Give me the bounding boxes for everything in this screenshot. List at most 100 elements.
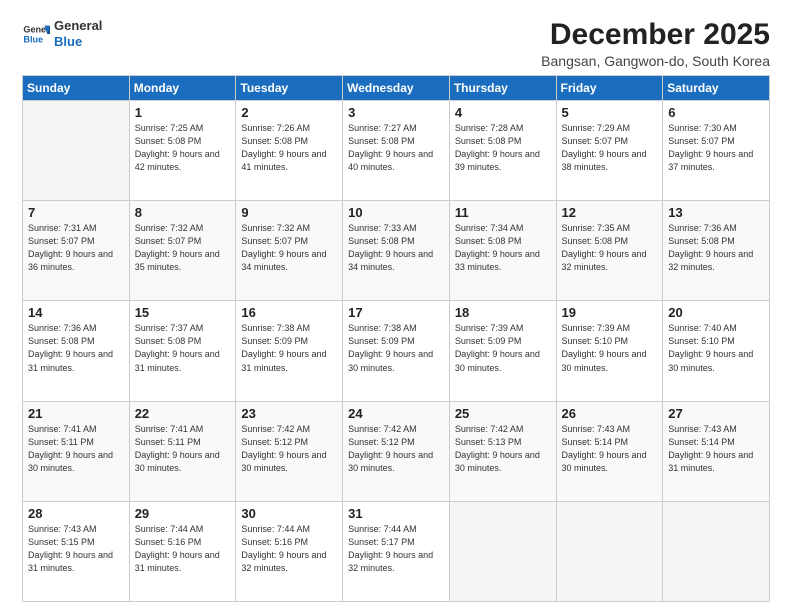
location-title: Bangsan, Gangwon-do, South Korea <box>541 53 770 69</box>
calendar-cell: 1 Sunrise: 7:25 AMSunset: 5:08 PMDaylight… <box>129 101 236 201</box>
day-info: Sunrise: 7:27 AMSunset: 5:08 PMDaylight:… <box>348 122 444 174</box>
week-row-5: 28Sunrise: 7:43 AMSunset: 5:15 PMDayligh… <box>23 501 770 601</box>
day-number: 7 <box>28 205 124 220</box>
calendar-cell: 25 Sunrise: 7:42 AMSunset: 5:13 PMDayligh… <box>449 401 556 501</box>
week-row-2: 7Sunrise: 7:31 AMSunset: 5:07 PMDaylight… <box>23 201 770 301</box>
day-number: 23 <box>241 406 337 421</box>
calendar-cell: 31 Sunrise: 7:44 AMSunset: 5:17 PMDayligh… <box>343 501 450 601</box>
calendar-cell: 20Sunrise: 7:40 AMSunset: 5:10 PMDayligh… <box>663 301 770 401</box>
day-number: 5 <box>562 105 658 120</box>
day-info: Sunrise: 7:43 AMSunset: 5:14 PMDaylight:… <box>562 423 658 475</box>
day-info: Sunrise: 7:44 AMSunset: 5:16 PMDaylight:… <box>241 523 337 575</box>
day-info: Sunrise: 7:40 AMSunset: 5:10 PMDaylight:… <box>668 322 764 374</box>
calendar-cell: 26 Sunrise: 7:43 AMSunset: 5:14 PMDayligh… <box>556 401 663 501</box>
day-number: 30 <box>241 506 337 521</box>
day-info: Sunrise: 7:30 AMSunset: 5:07 PMDaylight:… <box>668 122 764 174</box>
day-info: Sunrise: 7:29 AMSunset: 5:07 PMDaylight:… <box>562 122 658 174</box>
day-info: Sunrise: 7:26 AMSunset: 5:08 PMDaylight:… <box>241 122 337 174</box>
day-number: 8 <box>135 205 231 220</box>
calendar-cell: 16Sunrise: 7:38 AMSunset: 5:09 PMDayligh… <box>236 301 343 401</box>
day-number: 4 <box>455 105 551 120</box>
calendar-cell <box>556 501 663 601</box>
day-number: 12 <box>562 205 658 220</box>
calendar-cell: 11 Sunrise: 7:34 AMSunset: 5:08 PMDayligh… <box>449 201 556 301</box>
day-info: Sunrise: 7:38 AMSunset: 5:09 PMDaylight:… <box>241 322 337 374</box>
calendar-cell <box>449 501 556 601</box>
day-number: 29 <box>135 506 231 521</box>
day-number: 17 <box>348 305 444 320</box>
logo-icon: General Blue <box>22 20 50 48</box>
day-info: Sunrise: 7:34 AMSunset: 5:08 PMDaylight:… <box>455 222 551 274</box>
calendar-cell: 21Sunrise: 7:41 AMSunset: 5:11 PMDayligh… <box>23 401 130 501</box>
day-number: 19 <box>562 305 658 320</box>
day-number: 31 <box>348 506 444 521</box>
day-number: 9 <box>241 205 337 220</box>
calendar-cell: 9Sunrise: 7:32 AMSunset: 5:07 PMDaylight… <box>236 201 343 301</box>
logo-line2: Blue <box>54 34 102 50</box>
calendar-table: Sunday Monday Tuesday Wednesday Thursday… <box>22 75 770 602</box>
day-number: 1 <box>135 105 231 120</box>
calendar-cell: 28Sunrise: 7:43 AMSunset: 5:15 PMDayligh… <box>23 501 130 601</box>
day-info: Sunrise: 7:39 AMSunset: 5:10 PMDaylight:… <box>562 322 658 374</box>
svg-text:Blue: Blue <box>23 34 43 44</box>
calendar-cell <box>23 101 130 201</box>
day-number: 11 <box>455 205 551 220</box>
calendar-cell: 18 Sunrise: 7:39 AMSunset: 5:09 PMDayligh… <box>449 301 556 401</box>
day-info: Sunrise: 7:36 AMSunset: 5:08 PMDaylight:… <box>668 222 764 274</box>
day-number: 22 <box>135 406 231 421</box>
day-info: Sunrise: 7:42 AMSunset: 5:12 PMDaylight:… <box>348 423 444 475</box>
day-info: Sunrise: 7:43 AMSunset: 5:15 PMDaylight:… <box>28 523 124 575</box>
calendar-cell: 3 Sunrise: 7:27 AMSunset: 5:08 PMDaylight… <box>343 101 450 201</box>
day-number: 3 <box>348 105 444 120</box>
col-saturday: Saturday <box>663 76 770 101</box>
day-number: 25 <box>455 406 551 421</box>
page: General Blue General Blue December 2025 … <box>0 0 792 612</box>
calendar-cell: 22Sunrise: 7:41 AMSunset: 5:11 PMDayligh… <box>129 401 236 501</box>
calendar-cell: 4 Sunrise: 7:28 AMSunset: 5:08 PMDaylight… <box>449 101 556 201</box>
calendar-cell: 23 Sunrise: 7:42 AMSunset: 5:12 PMDayligh… <box>236 401 343 501</box>
day-info: Sunrise: 7:25 AMSunset: 5:08 PMDaylight:… <box>135 122 231 174</box>
col-monday: Monday <box>129 76 236 101</box>
calendar-cell: 13 Sunrise: 7:36 AMSunset: 5:08 PMDayligh… <box>663 201 770 301</box>
day-info: Sunrise: 7:42 AMSunset: 5:12 PMDaylight:… <box>241 423 337 475</box>
calendar-header-row: Sunday Monday Tuesday Wednesday Thursday… <box>23 76 770 101</box>
day-info: Sunrise: 7:44 AMSunset: 5:17 PMDaylight:… <box>348 523 444 575</box>
week-row-1: 1 Sunrise: 7:25 AMSunset: 5:08 PMDaylight… <box>23 101 770 201</box>
day-number: 24 <box>348 406 444 421</box>
col-sunday: Sunday <box>23 76 130 101</box>
week-row-3: 14 Sunrise: 7:36 AMSunset: 5:08 PMDayligh… <box>23 301 770 401</box>
calendar-cell: 5 Sunrise: 7:29 AMSunset: 5:07 PMDaylight… <box>556 101 663 201</box>
calendar-cell: 30 Sunrise: 7:44 AMSunset: 5:16 PMDayligh… <box>236 501 343 601</box>
day-number: 27 <box>668 406 764 421</box>
day-number: 21 <box>28 406 124 421</box>
day-info: Sunrise: 7:42 AMSunset: 5:13 PMDaylight:… <box>455 423 551 475</box>
calendar-cell: 7Sunrise: 7:31 AMSunset: 5:07 PMDaylight… <box>23 201 130 301</box>
day-info: Sunrise: 7:32 AMSunset: 5:07 PMDaylight:… <box>135 222 231 274</box>
day-info: Sunrise: 7:44 AMSunset: 5:16 PMDaylight:… <box>135 523 231 575</box>
logo-text: General Blue <box>54 18 102 49</box>
day-number: 18 <box>455 305 551 320</box>
calendar-cell: 10Sunrise: 7:33 AMSunset: 5:08 PMDayligh… <box>343 201 450 301</box>
week-row-4: 21Sunrise: 7:41 AMSunset: 5:11 PMDayligh… <box>23 401 770 501</box>
calendar-cell: 8 Sunrise: 7:32 AMSunset: 5:07 PMDaylight… <box>129 201 236 301</box>
day-info: Sunrise: 7:33 AMSunset: 5:08 PMDaylight:… <box>348 222 444 274</box>
day-number: 14 <box>28 305 124 320</box>
calendar-cell: 24 Sunrise: 7:42 AMSunset: 5:12 PMDayligh… <box>343 401 450 501</box>
day-info: Sunrise: 7:38 AMSunset: 5:09 PMDaylight:… <box>348 322 444 374</box>
day-info: Sunrise: 7:39 AMSunset: 5:09 PMDaylight:… <box>455 322 551 374</box>
calendar-cell <box>663 501 770 601</box>
day-info: Sunrise: 7:43 AMSunset: 5:14 PMDaylight:… <box>668 423 764 475</box>
day-info: Sunrise: 7:36 AMSunset: 5:08 PMDaylight:… <box>28 322 124 374</box>
day-info: Sunrise: 7:28 AMSunset: 5:08 PMDaylight:… <box>455 122 551 174</box>
calendar-cell: 2Sunrise: 7:26 AMSunset: 5:08 PMDaylight… <box>236 101 343 201</box>
calendar-cell: 29 Sunrise: 7:44 AMSunset: 5:16 PMDayligh… <box>129 501 236 601</box>
col-wednesday: Wednesday <box>343 76 450 101</box>
day-number: 6 <box>668 105 764 120</box>
col-thursday: Thursday <box>449 76 556 101</box>
col-friday: Friday <box>556 76 663 101</box>
logo: General Blue General Blue <box>22 18 102 49</box>
day-number: 13 <box>668 205 764 220</box>
month-title: December 2025 <box>541 18 770 51</box>
day-number: 26 <box>562 406 658 421</box>
day-info: Sunrise: 7:35 AMSunset: 5:08 PMDaylight:… <box>562 222 658 274</box>
